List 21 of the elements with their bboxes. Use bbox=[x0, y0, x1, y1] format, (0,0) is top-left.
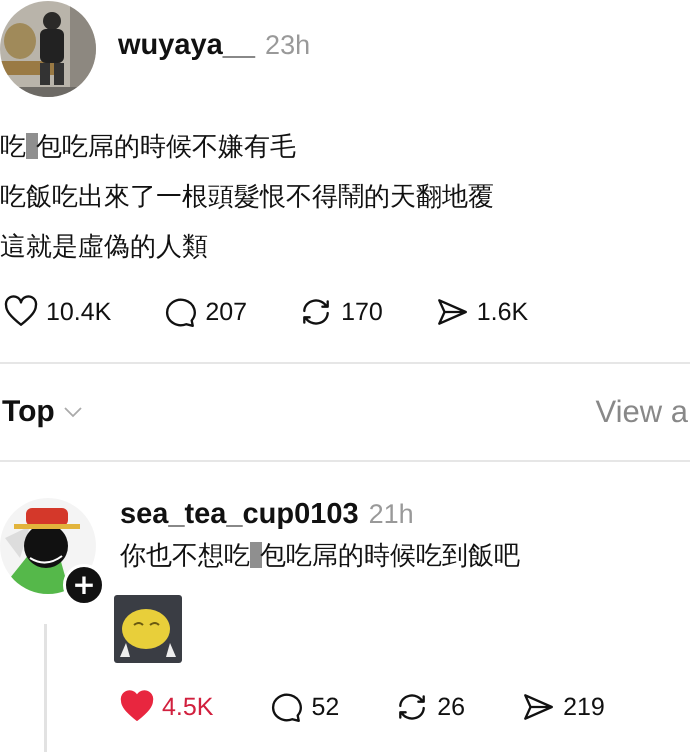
count: 219 bbox=[563, 692, 605, 722]
username[interactable]: sea_tea_cup0103 bbox=[120, 498, 359, 531]
post-text: 這就是虛偽的人類 bbox=[0, 231, 209, 264]
post-time: 23h bbox=[265, 30, 310, 60]
view-link[interactable]: View a bbox=[596, 394, 688, 430]
count: 170 bbox=[341, 298, 383, 326]
count: 4.5K bbox=[162, 692, 214, 722]
count: 26 bbox=[437, 692, 466, 722]
count: 207 bbox=[205, 298, 248, 326]
sort-dropdown[interactable]: Top bbox=[0, 395, 83, 429]
post-text: 吃 包吃屌的時候不嫌有毛 bbox=[0, 131, 297, 164]
heart-icon[interactable] bbox=[4, 295, 38, 329]
post-text: 吃飯吃出來了一根頭髮恨不得鬧的天翻地覆 bbox=[0, 181, 495, 214]
count: 10.4K bbox=[46, 298, 112, 326]
count: 52 bbox=[311, 692, 340, 722]
reply-text: 你也不想吃 包吃屌的時候吃到飯吧 bbox=[120, 540, 521, 573]
username[interactable]: wuyaya__ bbox=[118, 28, 256, 62]
count: 1.6K bbox=[476, 298, 528, 326]
reply-time: 21h bbox=[368, 499, 414, 530]
follow-button[interactable]: + bbox=[63, 564, 105, 606]
chevron-icon bbox=[62, 406, 83, 418]
